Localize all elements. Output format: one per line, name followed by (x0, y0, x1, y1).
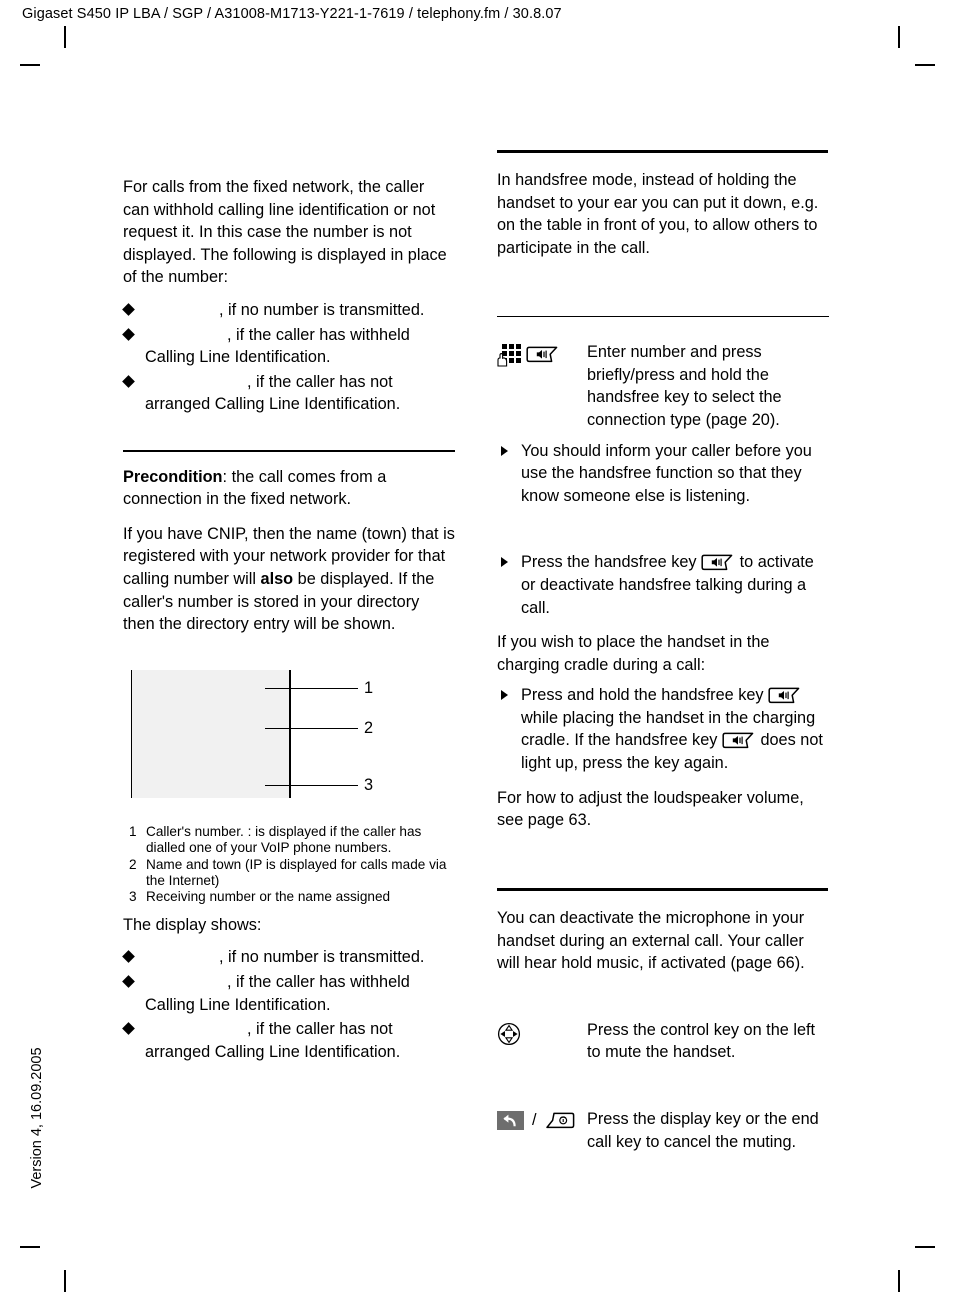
diamond-bullet-icon (122, 1022, 135, 1035)
running-head: Gigaset S450 IP LBA / SGP / A31008-M1713… (22, 6, 562, 22)
crop-mark-bottom-right-horizontal (915, 1246, 935, 1248)
handsfree-key-icon (701, 554, 735, 571)
list-item-text: , if the caller has not arranged Calling… (145, 1020, 401, 1061)
callout-leader-3 (265, 784, 358, 787)
list-item: , if no number is transmitted. (122, 946, 455, 969)
icon-separator: / (532, 1111, 537, 1129)
caption-number: 3 (129, 889, 137, 905)
loudspeaker-volume-paragraph: For how to adjust the loudspeaker volume… (497, 788, 804, 830)
caption-number: 2 (129, 856, 137, 872)
triangle-bullet-icon (501, 690, 508, 701)
handsfree-hold-list: Press and hold the handsfree key while p… (497, 684, 829, 774)
callout-leader-1 (265, 687, 358, 690)
key-legend-text: Press the control key on the left to mut… (587, 1020, 816, 1062)
key-legend-row: Press the control key on the left to mut… (497, 1019, 829, 1064)
key-icon-group: / (497, 1108, 587, 1130)
list-item-text-part-1: Press the handsfree key (521, 553, 702, 572)
crop-mark-top-right-vertical (898, 26, 900, 48)
caption-item: 2 Name and town (IP is displayed for cal… (129, 857, 455, 890)
control-key-icon (497, 1022, 521, 1046)
handsfree-intro-paragraph: In handsfree mode, instead of holding th… (497, 171, 819, 257)
handsfree-key-icon (722, 732, 756, 749)
diamond-bullet-icon (122, 303, 135, 316)
list-item-text: , if no number is transmitted. (219, 300, 425, 319)
list-item: Press and hold the handsfree key while p… (497, 684, 829, 774)
list-item-text: You should inform your caller before you… (521, 441, 812, 505)
diamond-bullet-icon (122, 975, 135, 988)
crop-mark-bottom-left-horizontal (20, 1246, 40, 1248)
caption-item: 3 Receiving number or the name assigned (129, 889, 455, 905)
diamond-bullet-icon (122, 950, 135, 964)
handsfree-key-icon (768, 687, 802, 704)
list-item: , if the caller has withheld Calling Lin… (122, 971, 455, 1016)
cli-substitutes-list-2: , if no number is transmitted. , if the … (122, 946, 455, 1063)
key-legend-row: / Press the display key or the end call … (497, 1108, 829, 1153)
callout-leader-2 (265, 727, 358, 730)
list-item: Press the handsfree key to activate or d… (497, 551, 829, 619)
key-legend-text: Press the display key or the end call ke… (587, 1110, 819, 1151)
crop-mark-bottom-right-vertical (898, 1270, 900, 1292)
list-item: , if the caller has withheld Calling Lin… (122, 324, 455, 369)
list-item: You should inform your caller before you… (497, 440, 829, 508)
diamond-bullet-icon (122, 374, 135, 388)
figure-caption: 1 Caller's number. : is displayed if the… (123, 824, 455, 906)
display-key-back-icon (497, 1111, 524, 1130)
diamond-bullet-icon (122, 327, 135, 341)
crop-mark-top-left-vertical (64, 26, 66, 48)
left-intro-paragraph: For calls from the fixed network, the ca… (123, 178, 447, 287)
crop-mark-top-right-horizontal (915, 64, 935, 66)
caption-text: Receiving number or the name assigned (146, 889, 391, 905)
list-item: , if the caller has not arranged Calling… (122, 371, 455, 416)
cnip-paragraph: If you have CNIP, then the name (town) t… (123, 523, 455, 636)
mute-intro-paragraph: You can deactivate the microphone in you… (497, 909, 805, 973)
precondition-label: Precondition (123, 467, 223, 486)
charging-cradle-paragraph: If you wish to place the handset in the … (497, 633, 770, 674)
list-item-text-part-1: Press and hold the handsfree key (521, 686, 769, 705)
cli-substitutes-list-1: , if no number is transmitted. , if the … (122, 299, 455, 416)
list-item-text: , if the caller has not arranged Calling… (145, 372, 401, 414)
triangle-bullet-icon (501, 445, 508, 456)
caption-text: Name and town (IP is displayed for calls… (146, 856, 447, 888)
caption-number: 1 (129, 823, 137, 839)
display-diagram-figure: 1 2 3 (123, 666, 455, 816)
keypad-icon (497, 344, 521, 367)
handsfree-activate-list: Press the handsfree key to activate or d… (497, 551, 829, 619)
key-icon-group (497, 1019, 587, 1046)
triangle-bullet-icon (501, 557, 508, 568)
crop-mark-top-left-horizontal (20, 64, 40, 66)
handsfree-key-icon (526, 346, 560, 363)
key-icon-group (497, 341, 587, 367)
cnip-emphasis: also (260, 569, 294, 588)
key-legend-text: Enter number and press briefly/press and… (587, 343, 782, 429)
end-call-key-icon (545, 1112, 575, 1129)
list-item: , if the caller has not arranged Calling… (122, 1018, 455, 1063)
manual-page: Gigaset S450 IP LBA / SGP / A31008-M1713… (0, 0, 954, 1307)
display-shows-paragraph: The display shows: (123, 915, 262, 934)
callout-number: 3 (364, 775, 374, 794)
version-stamp: Version 4, 16.09.2005 (29, 1047, 45, 1189)
callout-number: 2 (364, 718, 374, 737)
list-item-text: , if the caller has withheld Calling Lin… (145, 972, 410, 1014)
callout-number: 1 (364, 678, 374, 697)
handsfree-tip-list: You should inform your caller before you… (497, 440, 829, 508)
caption-text: Caller's number. : is displayed if the c… (146, 823, 422, 856)
right-column: In handsfree mode, instead of holding th… (497, 150, 829, 1153)
list-item-text: , if no number is transmitted. (219, 948, 425, 967)
list-item: , if no number is transmitted. (122, 299, 455, 322)
left-column: For calls from the fixed network, the ca… (122, 176, 455, 1063)
caption-item: 1 Caller's number. : is displayed if the… (129, 824, 455, 857)
crop-mark-bottom-left-vertical (64, 1270, 66, 1292)
list-item-text: , if the caller has withheld Calling Lin… (145, 325, 410, 367)
precondition-paragraph: Precondition: the call comes from a conn… (123, 466, 455, 511)
key-legend-row: Enter number and press briefly/press and… (497, 341, 829, 431)
